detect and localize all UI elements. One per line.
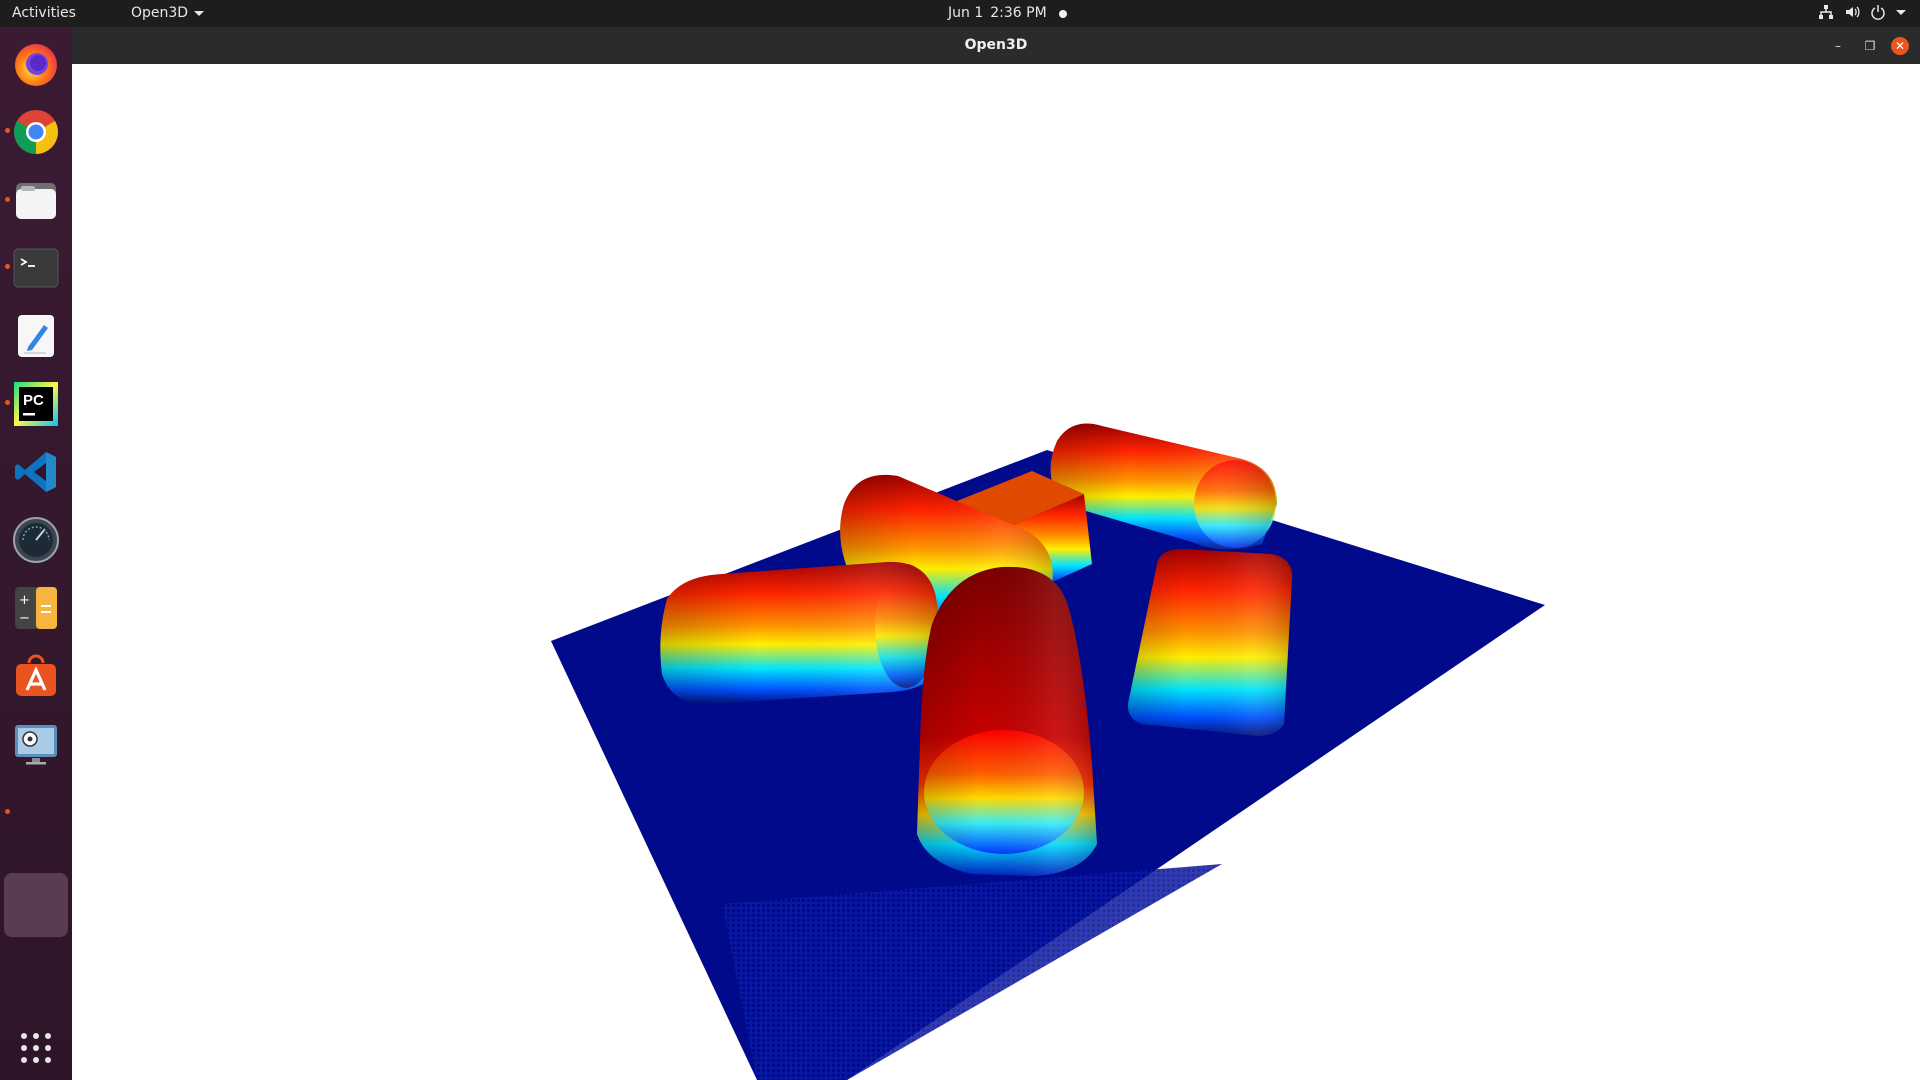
restore-button[interactable]: ❐: [1861, 37, 1879, 55]
screenshot-tool-icon: [15, 725, 57, 765]
svg-text:PC: PC: [23, 392, 44, 409]
top-bar: Activities Open3D Jun 1 2:36 PM: [0, 0, 1920, 27]
text-editor-icon: [18, 315, 54, 357]
dock-chrome[interactable]: [8, 104, 64, 160]
minimize-button[interactable]: –: [1829, 37, 1847, 55]
files-icon: [16, 183, 56, 219]
clock-date: Jun 1: [948, 5, 984, 21]
dock-firefox[interactable]: [8, 36, 64, 92]
show-applications-button[interactable]: [8, 1020, 64, 1076]
cylinder-left: [660, 561, 940, 705]
dock-screenshot-tool[interactable]: [8, 716, 64, 772]
dock-calculator[interactable]: + −: [8, 580, 64, 636]
running-indicator: [5, 809, 10, 814]
window-titlebar[interactable]: Open3D – ❐ ✕: [72, 27, 1920, 64]
recording-indicator-icon: [1059, 10, 1067, 18]
running-indicator: [5, 128, 10, 133]
volume-icon: [1846, 6, 1860, 18]
dock-pycharm[interactable]: PC: [8, 376, 64, 432]
window-title: Open3D: [964, 37, 1028, 53]
open3d-viewport[interactable]: [72, 64, 1920, 1080]
clock-time: 2:36 PM: [990, 5, 1047, 21]
clock[interactable]: Jun 1 2:36 PM: [948, 5, 1047, 21]
cylinder-front: [917, 566, 1097, 876]
close-button[interactable]: ✕: [1891, 37, 1909, 55]
app-menu-label: Open3D: [131, 5, 189, 21]
running-indicator: [5, 400, 10, 405]
point-cloud-scene[interactable]: [72, 64, 1920, 1080]
power-icon: [1871, 5, 1885, 20]
calculator-icon: + −: [15, 587, 57, 629]
vscode-icon: [15, 452, 56, 492]
dock: PC + −: [0, 27, 72, 1080]
svg-text:+: +: [19, 593, 30, 608]
dock-disk-usage[interactable]: [8, 512, 64, 568]
dock-files[interactable]: [8, 172, 64, 228]
app-menu[interactable]: Open3D: [131, 5, 205, 21]
system-tray[interactable]: [1818, 4, 1906, 20]
svg-text:−: −: [19, 611, 30, 626]
chevron-down-icon: [194, 10, 205, 16]
running-indicator: [5, 264, 10, 269]
dock-vscode[interactable]: [8, 444, 64, 500]
software-center-icon: [16, 654, 56, 696]
chevron-down-icon: [1896, 9, 1906, 15]
chrome-icon: [14, 110, 58, 154]
disk-usage-icon: [13, 517, 59, 563]
firefox-icon: [15, 44, 57, 86]
terminal-icon: [13, 248, 59, 288]
dock-text-editor[interactable]: [8, 308, 64, 364]
network-icon: [1819, 5, 1833, 19]
dock-software-center[interactable]: [8, 648, 64, 704]
activities-button[interactable]: Activities: [12, 5, 76, 21]
dock-terminal[interactable]: [8, 240, 64, 296]
dock-open3d-window[interactable]: [4, 873, 68, 937]
show-applications-icon: [21, 1033, 51, 1063]
pycharm-icon: PC: [14, 382, 58, 426]
running-indicator: [5, 197, 10, 202]
